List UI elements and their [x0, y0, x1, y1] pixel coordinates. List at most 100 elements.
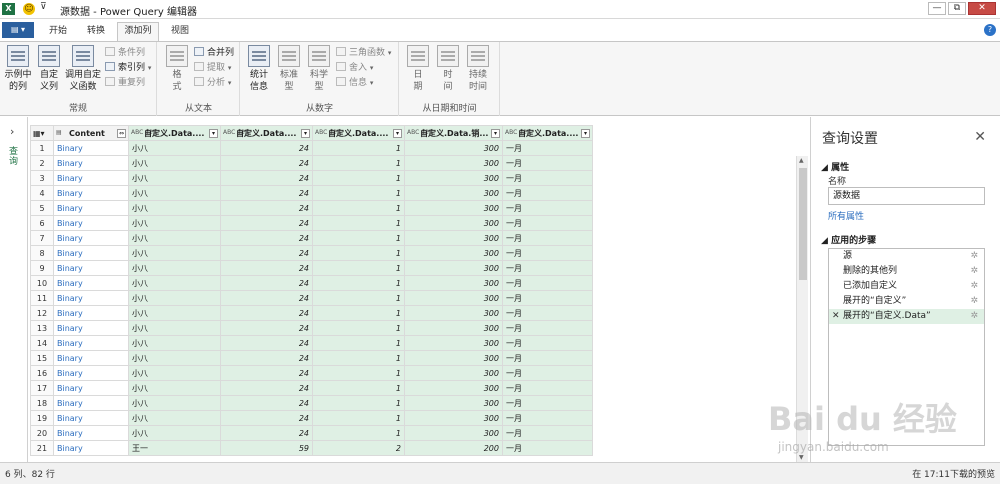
value-cell[interactable]: 1: [312, 200, 405, 216]
month-cell[interactable]: 一月: [502, 230, 593, 246]
column-header[interactable]: ABC 123自定义.Data.销... ▾: [404, 125, 503, 141]
name-cell[interactable]: 王一: [128, 440, 221, 456]
value-cell[interactable]: 24: [220, 275, 313, 291]
month-cell[interactable]: 一月: [502, 335, 593, 351]
row-number[interactable]: 15: [30, 350, 54, 366]
value-cell[interactable]: 24: [220, 260, 313, 276]
name-cell[interactable]: 小八: [128, 305, 221, 321]
month-cell[interactable]: 一月: [502, 200, 593, 216]
tab-transform[interactable]: 转换: [80, 23, 112, 41]
value-cell[interactable]: 24: [220, 170, 313, 186]
value-cell[interactable]: 24: [220, 200, 313, 216]
value-cell[interactable]: 300: [404, 290, 503, 306]
column-header[interactable]: ABC 123自定义.Data.... ▾: [220, 125, 313, 141]
duplicate-column-button[interactable]: 重复列: [105, 76, 145, 90]
value-cell[interactable]: 24: [220, 290, 313, 306]
table-row[interactable]: 21 Binary 王一 59 2 200 一月: [30, 440, 593, 456]
table-menu-header[interactable]: ▦▾: [30, 125, 54, 141]
quick-access-dropdown-icon[interactable]: ⊽: [40, 2, 47, 12]
row-number[interactable]: 21: [30, 440, 54, 456]
row-number[interactable]: 20: [30, 425, 54, 441]
scroll-up-icon[interactable]: ▲: [799, 157, 804, 164]
content-cell[interactable]: Binary: [53, 350, 129, 366]
queries-pane-collapsed[interactable]: › 查询: [0, 117, 28, 462]
month-cell[interactable]: 一月: [502, 245, 593, 261]
column-header[interactable]: ABC 123自定义.Data.... ▾: [312, 125, 405, 141]
value-cell[interactable]: 24: [220, 155, 313, 171]
value-cell[interactable]: 24: [220, 230, 313, 246]
all-properties-link[interactable]: 所有属性: [828, 209, 864, 222]
table-row[interactable]: 16 Binary 小八 24 1 300 一月: [30, 365, 593, 381]
value-cell[interactable]: 24: [220, 140, 313, 156]
month-cell[interactable]: 一月: [502, 425, 593, 441]
content-cell[interactable]: Binary: [53, 320, 129, 336]
name-cell[interactable]: 小八: [128, 365, 221, 381]
scroll-down-icon[interactable]: ▼: [799, 454, 804, 461]
column-from-examples-button[interactable]: 示例中 的列: [3, 45, 33, 93]
table-row[interactable]: 9 Binary 小八 24 1 300 一月: [30, 260, 593, 276]
value-cell[interactable]: 24: [220, 395, 313, 411]
expand-arrow-icon[interactable]: ›: [10, 125, 14, 138]
time-button[interactable]: 时 间: [433, 45, 463, 93]
row-number[interactable]: 6: [30, 215, 54, 231]
value-cell[interactable]: 300: [404, 215, 503, 231]
content-cell[interactable]: Binary: [53, 155, 129, 171]
date-button[interactable]: 日 期: [403, 45, 433, 93]
value-cell[interactable]: 300: [404, 200, 503, 216]
value-cell[interactable]: 300: [404, 365, 503, 381]
file-menu-button[interactable]: ▤ ▾: [2, 22, 34, 38]
minimize-button[interactable]: —: [928, 2, 946, 15]
value-cell[interactable]: 1: [312, 185, 405, 201]
column-header[interactable]: ABC 123自定义.Data.... ▾: [502, 125, 593, 141]
value-cell[interactable]: 1: [312, 245, 405, 261]
close-button[interactable]: ✕: [968, 2, 996, 15]
row-number[interactable]: 3: [30, 170, 54, 186]
trigonometry-button[interactable]: 三角函数 ▾: [336, 46, 391, 60]
value-cell[interactable]: 1: [312, 320, 405, 336]
month-cell[interactable]: 一月: [502, 260, 593, 276]
table-row[interactable]: 15 Binary 小八 24 1 300 一月: [30, 350, 593, 366]
content-cell[interactable]: Binary: [53, 410, 129, 426]
statistics-button[interactable]: 统计 信息: [244, 45, 274, 93]
value-cell[interactable]: 200: [404, 440, 503, 456]
month-cell[interactable]: 一月: [502, 305, 593, 321]
table-row[interactable]: 6 Binary 小八 24 1 300 一月: [30, 215, 593, 231]
value-cell[interactable]: 24: [220, 185, 313, 201]
row-number[interactable]: 8: [30, 245, 54, 261]
content-cell[interactable]: Binary: [53, 170, 129, 186]
month-cell[interactable]: 一月: [502, 170, 593, 186]
value-cell[interactable]: 300: [404, 350, 503, 366]
name-cell[interactable]: 小八: [128, 320, 221, 336]
filter-dropdown-icon[interactable]: ▾: [209, 129, 218, 138]
table-row[interactable]: 5 Binary 小八 24 1 300 一月: [30, 200, 593, 216]
filter-dropdown-icon[interactable]: ▾: [393, 129, 402, 138]
table-row[interactable]: 10 Binary 小八 24 1 300 一月: [30, 275, 593, 291]
row-number[interactable]: 10: [30, 275, 54, 291]
scroll-thumb[interactable]: [799, 168, 807, 280]
content-cell[interactable]: Binary: [53, 215, 129, 231]
smiley-icon[interactable]: ☺: [23, 3, 35, 15]
row-number[interactable]: 7: [30, 230, 54, 246]
value-cell[interactable]: 300: [404, 170, 503, 186]
custom-column-button[interactable]: 自定 义列: [34, 45, 64, 93]
table-row[interactable]: 2 Binary 小八 24 1 300 一月: [30, 155, 593, 171]
value-cell[interactable]: 300: [404, 155, 503, 171]
conditional-column-button[interactable]: 条件列: [105, 46, 145, 60]
table-row[interactable]: 17 Binary 小八 24 1 300 一月: [30, 380, 593, 396]
value-cell[interactable]: 300: [404, 260, 503, 276]
value-cell[interactable]: 300: [404, 395, 503, 411]
content-cell[interactable]: Binary: [53, 365, 129, 381]
step-settings-gear-icon[interactable]: ✲: [970, 294, 978, 309]
value-cell[interactable]: 59: [220, 440, 313, 456]
value-cell[interactable]: 24: [220, 305, 313, 321]
value-cell[interactable]: 1: [312, 350, 405, 366]
applied-step[interactable]: 展开的“自定义” ✲: [829, 294, 984, 309]
row-number[interactable]: 11: [30, 290, 54, 306]
table-row[interactable]: 12 Binary 小八 24 1 300 一月: [30, 305, 593, 321]
name-cell[interactable]: 小八: [128, 245, 221, 261]
content-cell[interactable]: Binary: [53, 140, 129, 156]
help-icon[interactable]: ?: [984, 24, 996, 36]
row-number[interactable]: 12: [30, 305, 54, 321]
value-cell[interactable]: 1: [312, 215, 405, 231]
value-cell[interactable]: 300: [404, 140, 503, 156]
